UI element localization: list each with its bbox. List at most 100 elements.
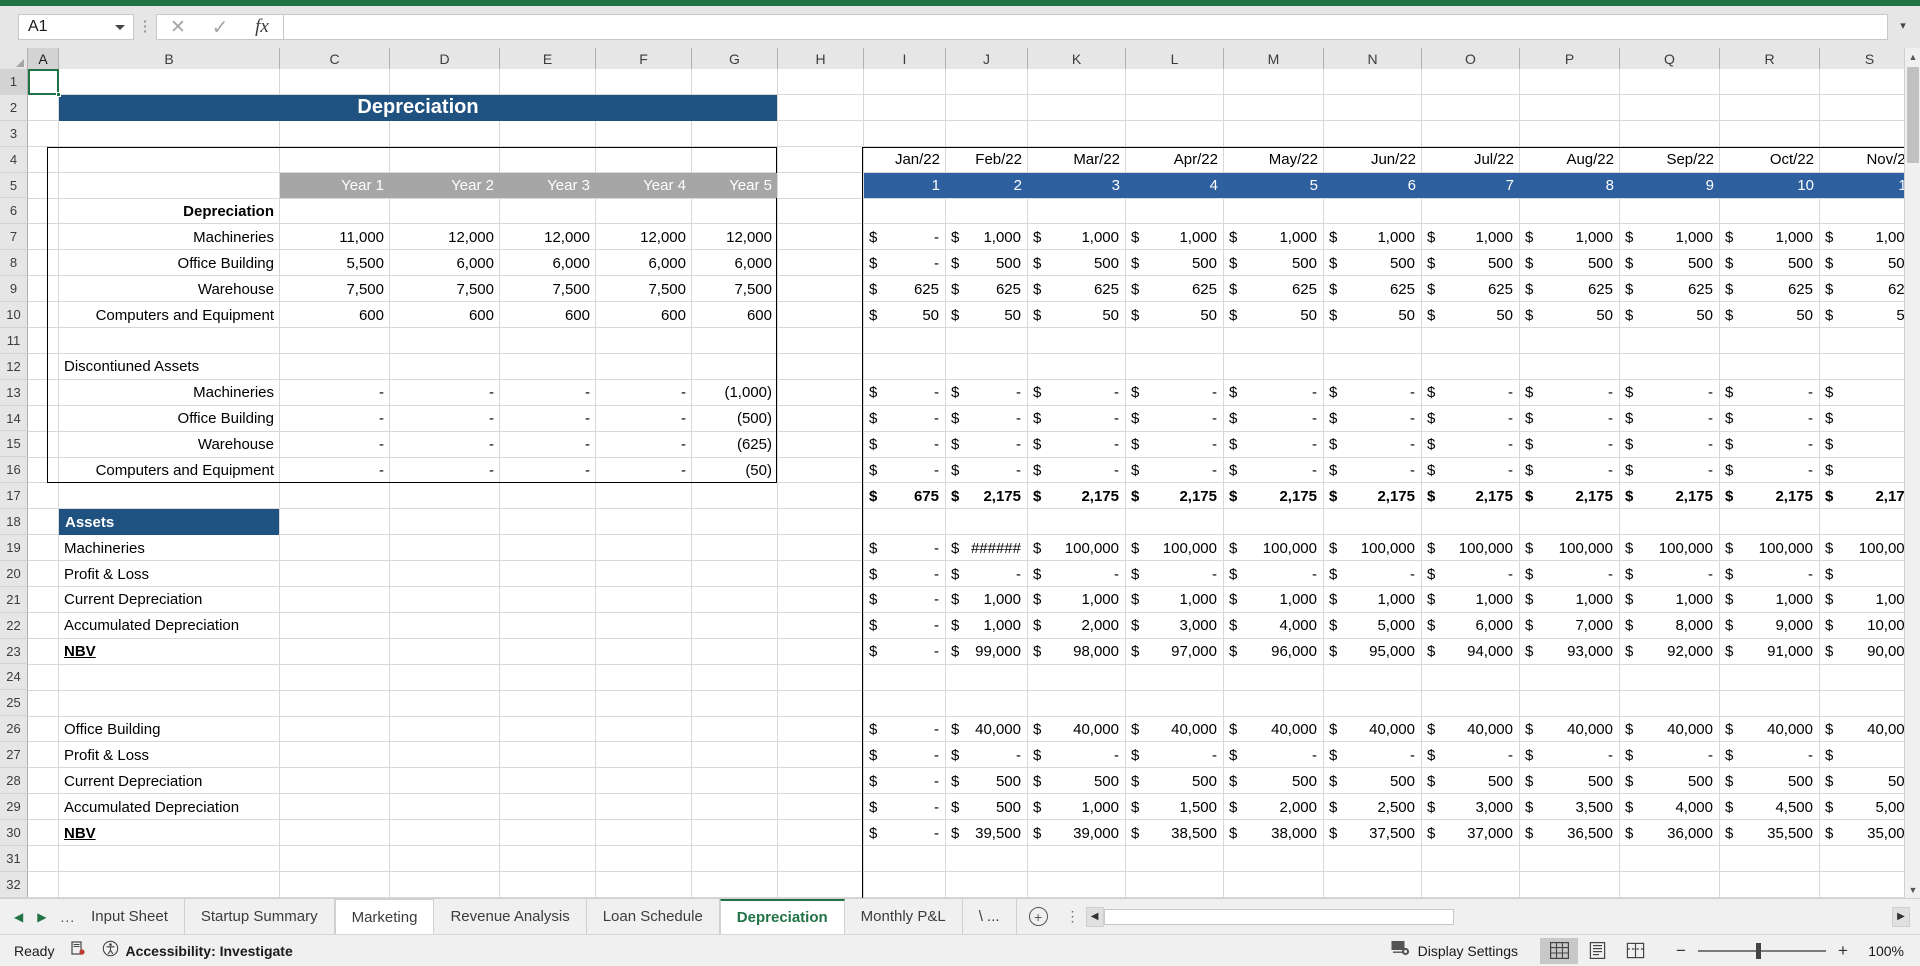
monthly-dep-3-8[interactable]: $50 xyxy=(1620,302,1720,328)
row-header-22[interactable]: 22 xyxy=(0,612,28,639)
row-header-31[interactable]: 31 xyxy=(0,845,28,872)
monthly-dep-0-4[interactable]: $1,000 xyxy=(1224,224,1324,250)
asset-value-1-1-1[interactable]: $ - xyxy=(946,742,1028,768)
asset-value-1-3-8[interactable]: $4,000 xyxy=(1620,794,1720,820)
formula-input[interactable] xyxy=(283,14,1888,40)
row-header-17[interactable]: 17 xyxy=(0,483,28,510)
asset-value-1-0-0[interactable]: $ - xyxy=(864,717,946,743)
asset-value-1-2-5[interactable]: $500 xyxy=(1324,768,1422,794)
monthly-dep-2-7[interactable]: $625 xyxy=(1520,276,1620,302)
discontinued-value-3-0[interactable]: - xyxy=(280,458,390,484)
row-header-20[interactable]: 20 xyxy=(0,560,28,587)
discontinued-value-3-1[interactable]: - xyxy=(390,458,500,484)
monthly-total-6[interactable]: $2,175 xyxy=(1422,483,1520,509)
asset-value-1-2-3[interactable]: $500 xyxy=(1126,768,1224,794)
asset-value-1-1-3[interactable]: $ - xyxy=(1126,742,1224,768)
annual-value-1-0[interactable]: 5,500 xyxy=(280,250,390,276)
period-number-8[interactable]: 9 xyxy=(1620,173,1720,199)
asset-value-0-0-7[interactable]: $100,000 xyxy=(1520,535,1620,561)
month-header-1[interactable]: Feb/22 xyxy=(946,147,1028,173)
asset-label-1-1[interactable]: Profit & Loss xyxy=(59,742,280,768)
sheet-tab-input-sheet[interactable]: Input Sheet xyxy=(75,899,185,934)
discontinued-value-3-2[interactable]: - xyxy=(500,458,596,484)
monthly-dep-1-6[interactable]: $500 xyxy=(1422,250,1520,276)
month-header-7[interactable]: Aug/22 xyxy=(1520,147,1620,173)
asset-label-0-1[interactable]: Profit & Loss xyxy=(59,561,280,587)
discontinued-value-2-0[interactable]: - xyxy=(280,432,390,458)
asset-label-0-3[interactable]: Accumulated Depreciation xyxy=(59,613,280,639)
asset-value-1-0-10[interactable]: $40,000 xyxy=(1820,717,1912,743)
asset-value-1-3-2[interactable]: $1,000 xyxy=(1028,794,1126,820)
monthly-disc-3-5[interactable]: $ - xyxy=(1324,458,1422,484)
monthly-total-0[interactable]: $675 xyxy=(864,483,946,509)
monthly-total-10[interactable]: $2,175 xyxy=(1820,483,1912,509)
row-header-9[interactable]: 9 xyxy=(0,276,28,303)
monthly-dep-0-7[interactable]: $1,000 xyxy=(1520,224,1620,250)
annual-value-0-2[interactable]: 12,000 xyxy=(500,224,596,250)
discontinued-value-0-0[interactable]: - xyxy=(280,380,390,406)
column-header-P[interactable]: P xyxy=(1520,48,1620,69)
monthly-dep-3-6[interactable]: $50 xyxy=(1422,302,1520,328)
monthly-disc-1-4[interactable]: $ - xyxy=(1224,406,1324,432)
period-number-0[interactable]: 1 xyxy=(864,173,946,199)
month-header-3[interactable]: Apr/22 xyxy=(1126,147,1224,173)
zoom-control[interactable]: − + 100% xyxy=(1654,941,1904,961)
row-header-32[interactable]: 32 xyxy=(0,871,28,898)
monthly-dep-2-3[interactable]: $625 xyxy=(1126,276,1224,302)
monthly-disc-2-9[interactable]: $ - xyxy=(1720,432,1820,458)
asset-value-0-3-10[interactable]: $10,000 xyxy=(1820,613,1912,639)
asset-value-0-1-2[interactable]: $ - xyxy=(1028,561,1126,587)
month-header-8[interactable]: Sep/22 xyxy=(1620,147,1720,173)
asset-value-1-2-7[interactable]: $500 xyxy=(1520,768,1620,794)
monthly-dep-1-2[interactable]: $500 xyxy=(1028,250,1126,276)
period-number-10[interactable]: 11 xyxy=(1820,173,1912,199)
monthly-total-2[interactable]: $2,175 xyxy=(1028,483,1126,509)
asset-value-0-0-9[interactable]: $100,000 xyxy=(1720,535,1820,561)
asset-value-0-2-6[interactable]: $1,000 xyxy=(1422,587,1520,613)
asset-value-1-0-4[interactable]: $40,000 xyxy=(1224,717,1324,743)
page-break-view-icon[interactable] xyxy=(1616,938,1654,964)
annual-value-2-2[interactable]: 7,500 xyxy=(500,276,596,302)
asset-value-0-4-5[interactable]: $95,000 xyxy=(1324,639,1422,665)
asset-value-0-2-3[interactable]: $1,000 xyxy=(1126,587,1224,613)
asset-value-0-4-4[interactable]: $96,000 xyxy=(1224,639,1324,665)
discontinued-value-3-3[interactable]: - xyxy=(596,458,692,484)
asset-value-0-3-8[interactable]: $8,000 xyxy=(1620,613,1720,639)
monthly-dep-3-0[interactable]: $50 xyxy=(864,302,946,328)
monthly-disc-1-2[interactable]: $ - xyxy=(1028,406,1126,432)
asset-value-1-2-9[interactable]: $500 xyxy=(1720,768,1820,794)
monthly-disc-3-6[interactable]: $ - xyxy=(1422,458,1520,484)
row-header-5[interactable]: 5 xyxy=(0,172,28,199)
normal-view-icon[interactable] xyxy=(1540,937,1578,964)
monthly-total-5[interactable]: $2,175 xyxy=(1324,483,1422,509)
column-header-M[interactable]: M xyxy=(1224,48,1324,69)
row-header-4[interactable]: 4 xyxy=(0,146,28,173)
macro-record-icon[interactable] xyxy=(70,940,86,961)
row-header-3[interactable]: 3 xyxy=(0,120,28,147)
column-header-L[interactable]: L xyxy=(1126,48,1224,69)
asset-value-0-0-10[interactable]: $100,000 xyxy=(1820,535,1912,561)
asset-value-0-2-5[interactable]: $1,000 xyxy=(1324,587,1422,613)
monthly-dep-3-3[interactable]: $50 xyxy=(1126,302,1224,328)
monthly-dep-1-5[interactable]: $500 xyxy=(1324,250,1422,276)
year-header-1[interactable]: Year 1 xyxy=(280,173,390,199)
monthly-disc-1-6[interactable]: $ - xyxy=(1422,406,1520,432)
asset-value-0-0-6[interactable]: $100,000 xyxy=(1422,535,1520,561)
asset-value-1-3-9[interactable]: $4,500 xyxy=(1720,794,1820,820)
monthly-disc-0-2[interactable]: $ - xyxy=(1028,380,1126,406)
column-header-A[interactable]: A xyxy=(28,48,59,69)
annual-value-0-4[interactable]: 12,000 xyxy=(692,224,778,250)
asset-value-0-3-7[interactable]: $7,000 xyxy=(1520,613,1620,639)
asset-value-0-3-4[interactable]: $4,000 xyxy=(1224,613,1324,639)
annual-value-2-4[interactable]: 7,500 xyxy=(692,276,778,302)
sheet-tab-monthly-p-l[interactable]: Monthly P&L xyxy=(844,899,963,934)
monthly-dep-3-2[interactable]: $50 xyxy=(1028,302,1126,328)
monthly-disc-0-0[interactable]: $ - xyxy=(864,380,946,406)
monthly-dep-2-9[interactable]: $625 xyxy=(1720,276,1820,302)
discontinued-row-label-3[interactable]: Computers and Equipment xyxy=(59,458,280,484)
select-all-button[interactable] xyxy=(0,48,28,69)
column-header-B[interactable]: B xyxy=(59,48,280,69)
triangle-left-icon[interactable]: ◀ xyxy=(14,910,23,924)
asset-value-1-4-3[interactable]: $38,500 xyxy=(1126,820,1224,846)
row-header-8[interactable]: 8 xyxy=(0,250,28,277)
